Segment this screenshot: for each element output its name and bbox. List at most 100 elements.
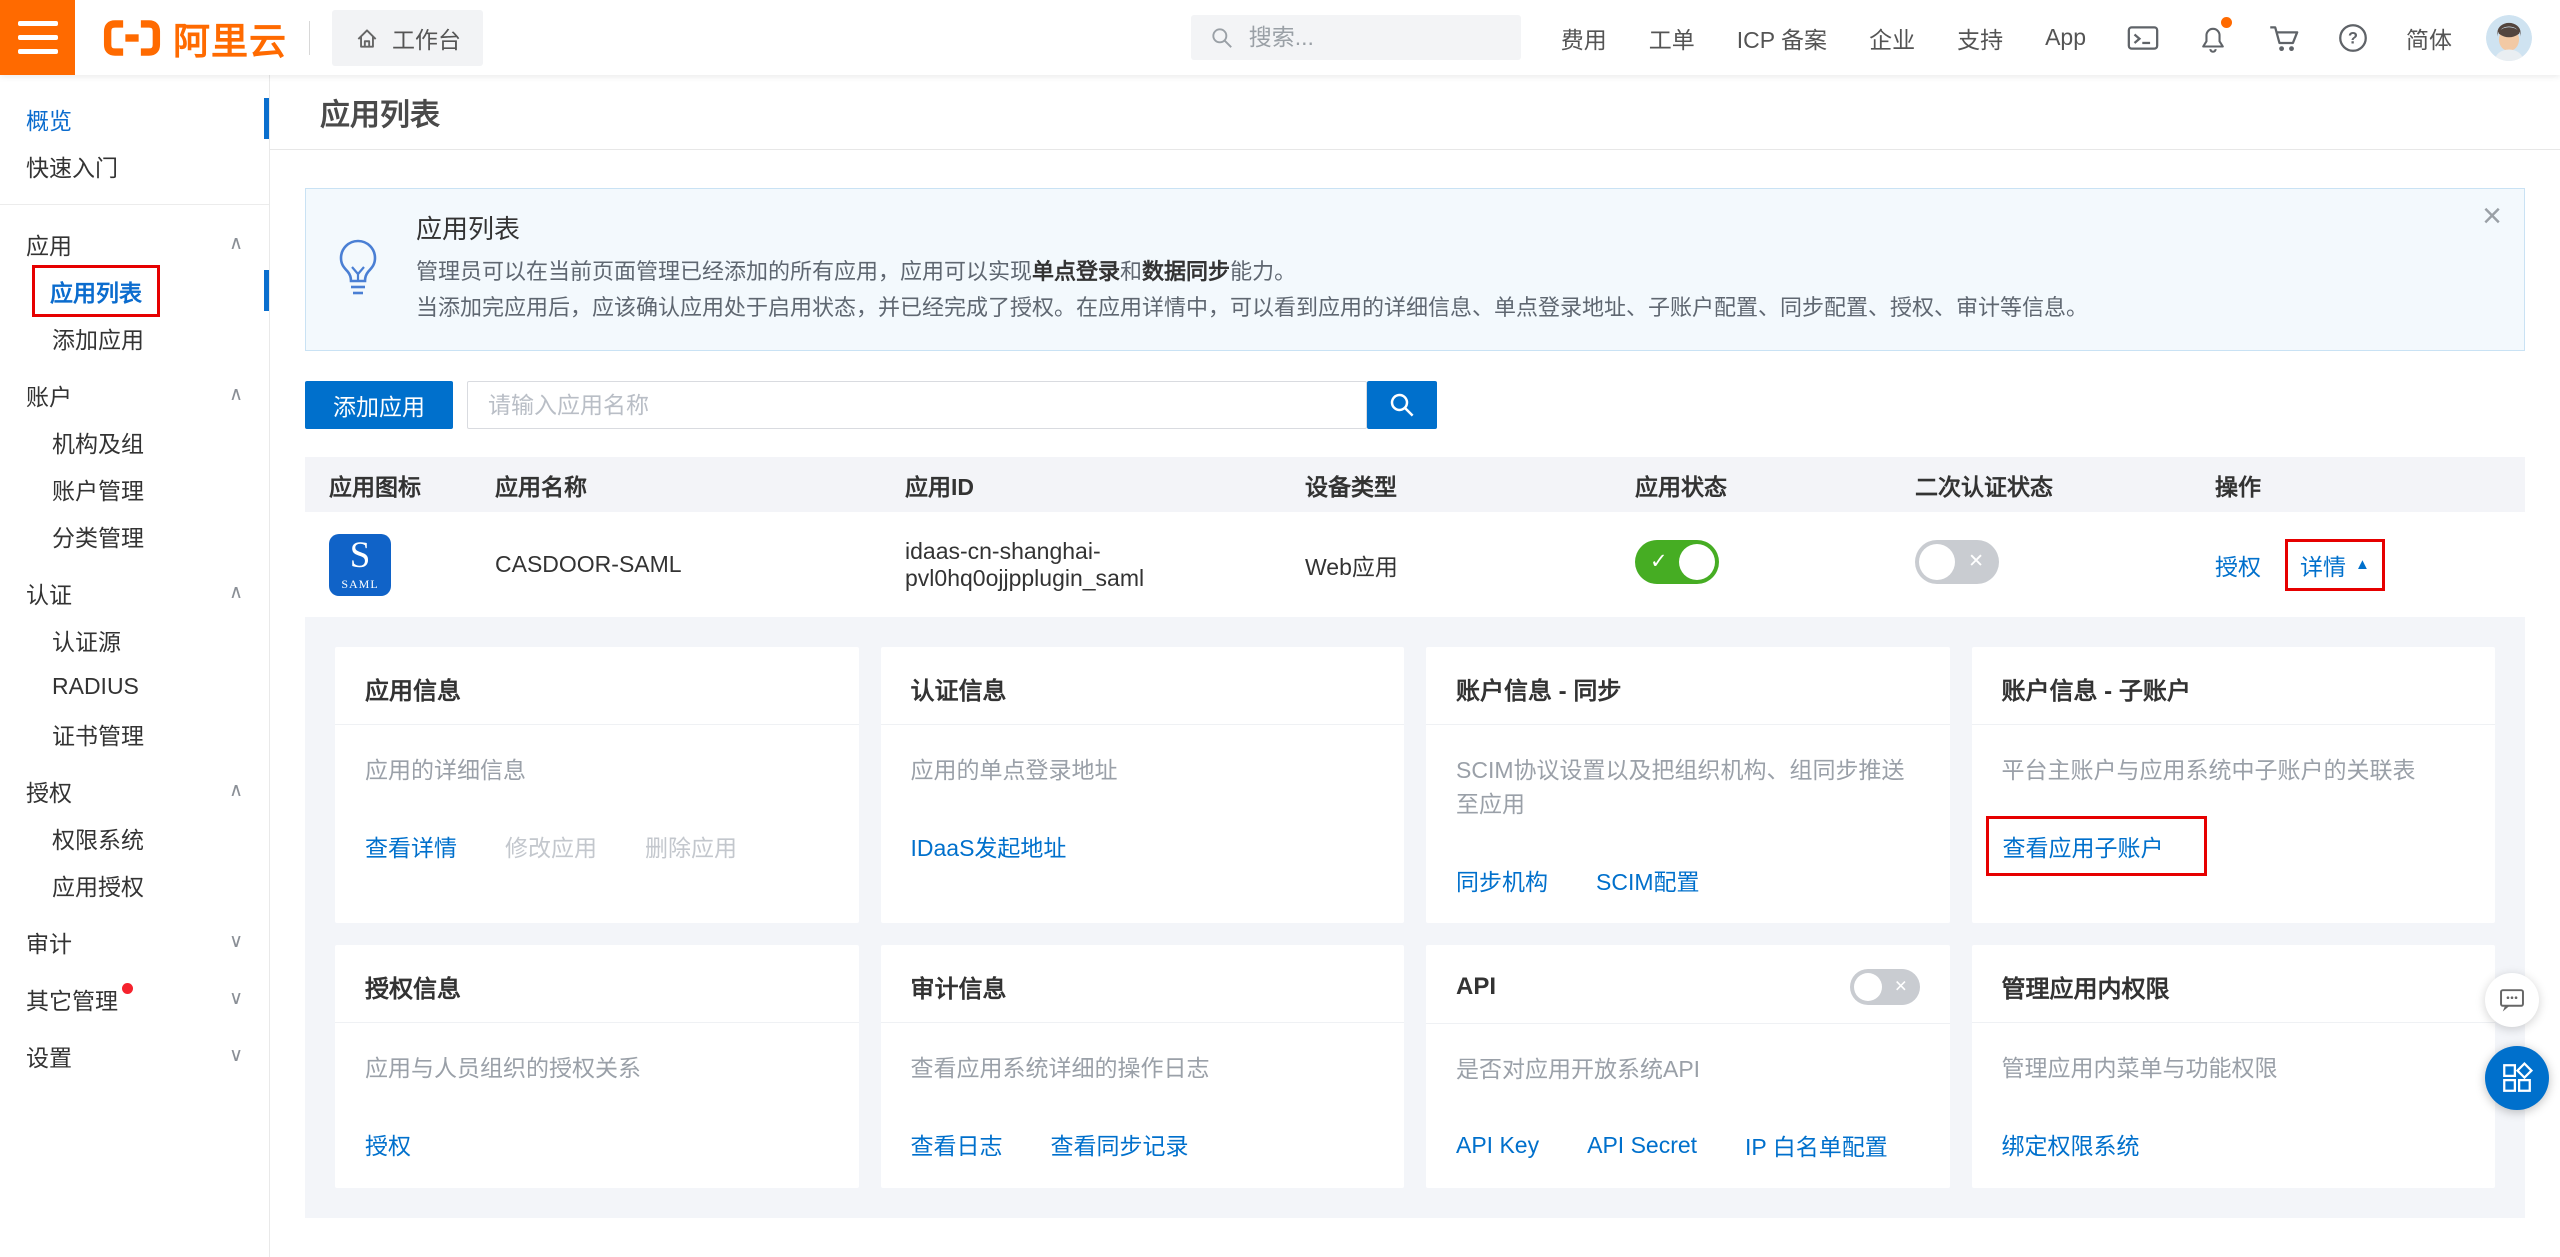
sidebar-item-organizations[interactable]: 机构及组 [0, 418, 269, 465]
sidebar-item-application-authorization[interactable]: 应用授权 [0, 861, 269, 908]
list-toolbar: 添加应用 [305, 381, 2525, 429]
topbar-link-billing[interactable]: 费用 [1561, 21, 1607, 55]
app-icon-caption: SAML [341, 577, 378, 592]
language-switch[interactable]: 简体 [2406, 21, 2452, 55]
workbench-button[interactable]: 工作台 [332, 10, 483, 66]
app-grid-button[interactable] [2485, 1046, 2549, 1110]
add-application-button[interactable]: 添加应用 [305, 381, 453, 429]
card-description: SCIM协议设置以及把组织机构、组同步推送至应用 [1456, 751, 1920, 819]
topbar-link-tickets[interactable]: 工单 [1649, 21, 1695, 55]
bind-permission-system-link[interactable]: 绑定权限系统 [2002, 1127, 2140, 1161]
application-name-search-input[interactable] [467, 381, 1367, 429]
page-header: 应用列表 [270, 75, 2560, 150]
search-button[interactable] [1367, 381, 1437, 429]
sidebar-item-category-management[interactable]: 分类管理 [0, 512, 269, 559]
sidebar-group-accounts[interactable]: 账户 ∧ [0, 371, 269, 418]
card-app-info: 应用信息 应用的详细信息 查看详情 修改应用 删除应用 [335, 647, 859, 923]
table-header: 应用图标 应用名称 应用ID 设备类型 应用状态 二次认证状态 操作 [305, 457, 2525, 512]
authorize-action-link[interactable]: 授权 [2215, 548, 2261, 582]
notifications-bell-icon[interactable] [2196, 21, 2230, 55]
sidebar-group-label: 应用 [26, 227, 72, 261]
close-icon[interactable]: × [2482, 199, 2502, 233]
sidebar-item-application-list[interactable]: 应用列表 [0, 267, 269, 314]
sidebar-group-settings[interactable]: 设置 ∨ [0, 1032, 269, 1079]
topbar-link-app[interactable]: App [2045, 24, 2086, 51]
global-search-input[interactable] [1249, 24, 1489, 51]
caret-up-icon: ▲ [2355, 556, 2370, 573]
idaas-sso-url-link[interactable]: IDaaS发起地址 [911, 829, 1067, 863]
api-key-link[interactable]: API Key [1456, 1132, 1539, 1159]
sidebar-item-account-management[interactable]: 账户管理 [0, 465, 269, 512]
sidebar-item-label: 添加应用 [52, 321, 144, 355]
application-table: 应用图标 应用名称 应用ID 设备类型 应用状态 二次认证状态 操作 S SAM… [305, 457, 2525, 1218]
sidebar-group-label: 账户 [26, 378, 72, 412]
red-badge-dot [122, 983, 133, 994]
avatar[interactable] [2486, 15, 2532, 61]
cloud-shell-icon[interactable] [2126, 21, 2160, 55]
api-secret-link[interactable]: API Secret [1587, 1132, 1697, 1159]
sidebar-group-other-management[interactable]: 其它管理 ∨ [0, 975, 269, 1022]
speech-bubble-icon [2497, 985, 2527, 1015]
sidebar-item-add-application[interactable]: 添加应用 [0, 314, 269, 361]
sidebar-divider [0, 204, 269, 205]
sidebar-item-quickstart[interactable]: 快速入门 [0, 142, 269, 189]
feedback-button[interactable] [2485, 973, 2539, 1027]
sidebar-item-overview[interactable]: 概览 [0, 95, 269, 142]
chevron-up-icon: ∧ [229, 779, 243, 802]
topbar-icons: ? [2126, 21, 2370, 55]
aliyun-logo[interactable]: 阿里云 [101, 11, 287, 65]
workbench-label: 工作台 [392, 21, 461, 55]
sidebar-item-auth-sources[interactable]: 认证源 [0, 616, 269, 663]
col-header-app-name: 应用名称 [495, 468, 905, 502]
view-sync-records-link[interactable]: 查看同步记录 [1051, 1127, 1189, 1161]
view-logs-link[interactable]: 查看日志 [911, 1127, 1003, 1161]
card-description: 应用与人员组织的授权关系 [365, 1049, 829, 1083]
cart-icon[interactable] [2266, 21, 2300, 55]
topbar-link-enterprise[interactable]: 企业 [1869, 21, 1915, 55]
banner-text: 能力。 [1230, 259, 1296, 284]
topbar-link-icp[interactable]: ICP 备案 [1737, 21, 1827, 55]
modify-app-link: 修改应用 [505, 829, 597, 863]
sidebar-group-authentication[interactable]: 认证 ∧ [0, 569, 269, 616]
search-icon [1387, 390, 1417, 420]
lightbulb-icon [332, 237, 384, 308]
sidebar-item-label: 权限系统 [52, 821, 144, 855]
sidebar-group-audit[interactable]: 审计 ∨ [0, 918, 269, 965]
sidebar-item-label: 机构及组 [52, 425, 144, 459]
sidebar-item-label: 认证源 [52, 623, 121, 657]
mfa-status-toggle[interactable]: ✕ [1915, 540, 1999, 584]
card-authorization-info: 授权信息 应用与人员组织的授权关系 授权 [335, 945, 859, 1188]
ip-whitelist-link[interactable]: IP 白名单配置 [1745, 1128, 1888, 1162]
hamburger-menu-icon[interactable] [0, 0, 75, 75]
sidebar-group-label: 授权 [26, 774, 72, 808]
app-status-toggle[interactable]: ✓ [1635, 540, 1719, 584]
banner-text-bold: 单点登录 [1032, 259, 1120, 284]
scim-config-link[interactable]: SCIM配置 [1596, 863, 1700, 897]
chevron-down-icon: ∨ [229, 1044, 243, 1067]
card-description: 应用的单点登录地址 [911, 751, 1375, 785]
help-icon[interactable]: ? [2336, 21, 2370, 55]
sidebar-item-certificate-management[interactable]: 证书管理 [0, 710, 269, 757]
view-details-link[interactable]: 查看详情 [365, 829, 457, 863]
sidebar-group-authorization[interactable]: 授权 ∧ [0, 767, 269, 814]
col-header-app-status: 应用状态 [1635, 468, 1915, 502]
topbar-link-support[interactable]: 支持 [1957, 21, 2003, 55]
sidebar-item-label: 分类管理 [52, 519, 144, 553]
view-sub-accounts-link[interactable]: 查看应用子账户 [2003, 835, 2164, 861]
sidebar-item-permission-system[interactable]: 权限系统 [0, 814, 269, 861]
banner-line1: 管理员可以在当前页面管理已经添加的所有应用，应用可以实现单点登录和数据同步能力。 [416, 254, 2464, 290]
card-title: 管理应用内权限 [2002, 969, 2170, 1004]
api-toggle[interactable]: ✕ [1850, 969, 1920, 1005]
card-description: 平台主账户与应用系统中子账户的关联表 [2002, 751, 2466, 785]
sidebar-item-label: 快速入门 [26, 149, 118, 183]
card-audit-info: 审计信息 查看应用系统详细的操作日志 查看日志 查看同步记录 [881, 945, 1405, 1188]
authorize-link[interactable]: 授权 [365, 1127, 411, 1161]
sidebar-group-label: 认证 [26, 576, 72, 610]
main-content: 应用列表 应用列表 [270, 75, 2560, 1257]
details-action-link[interactable]: 详情 [2300, 548, 2346, 582]
sidebar-group-applications[interactable]: 应用 ∧ [0, 220, 269, 267]
sidebar: 概览 快速入门 应用 ∧ 应用列表 添加应用 账户 ∧ [0, 75, 270, 1257]
col-header-app-id: 应用ID [905, 468, 1305, 502]
sidebar-item-radius[interactable]: RADIUS [0, 663, 269, 710]
sync-org-link[interactable]: 同步机构 [1456, 863, 1548, 897]
